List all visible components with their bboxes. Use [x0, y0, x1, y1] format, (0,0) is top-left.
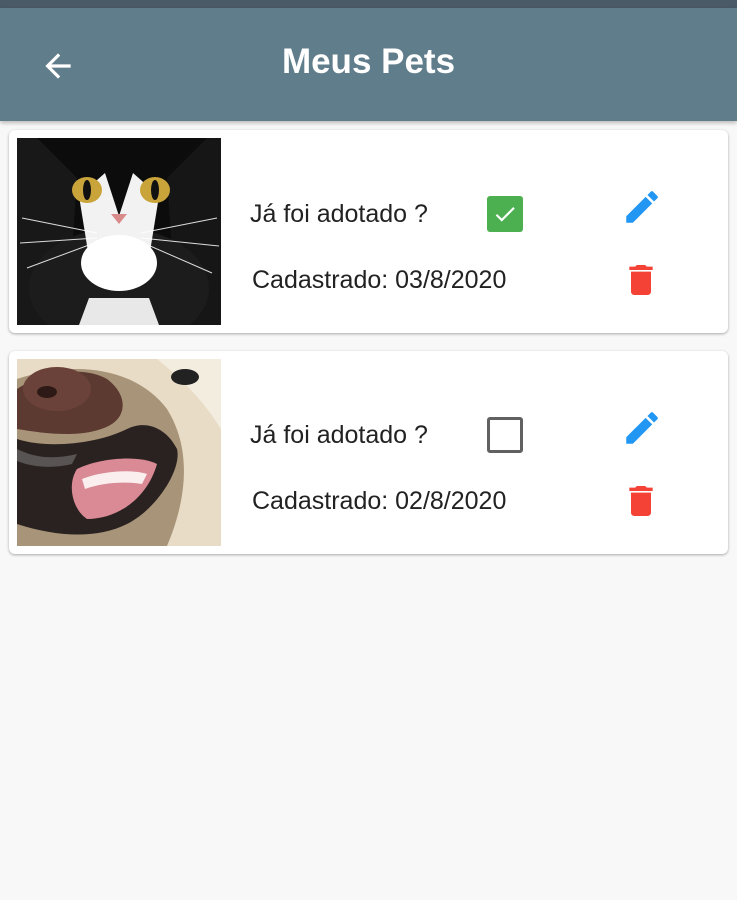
- adopted-label: Já foi adotado ?: [250, 421, 428, 449]
- adopted-checkbox[interactable]: [487, 196, 523, 232]
- edit-button[interactable]: [620, 406, 664, 450]
- status-bar: [0, 0, 737, 8]
- adopted-label: Já foi adotado ?: [250, 200, 428, 228]
- trash-icon: [629, 265, 653, 295]
- delete-button[interactable]: [621, 258, 661, 302]
- pet-card[interactable]: Já foi adotado ? Cadastrado: 02/8/2020: [9, 351, 728, 554]
- registered-date: Cadastrado: 03/8/2020: [252, 266, 507, 294]
- pencil-icon: [626, 412, 658, 444]
- trash-icon: [629, 486, 653, 516]
- cat-photo: [17, 138, 221, 325]
- pet-card[interactable]: Já foi adotado ? Cadastrado: 03/8/2020: [9, 130, 728, 333]
- page-title: Meus Pets: [281, 42, 456, 81]
- adopted-checkbox[interactable]: [487, 417, 523, 453]
- edit-button[interactable]: [620, 185, 664, 229]
- registered-date: Cadastrado: 02/8/2020: [252, 487, 507, 515]
- pencil-icon: [626, 191, 658, 223]
- dog-photo: [17, 359, 221, 546]
- app-bar: Meus Pets: [0, 8, 737, 121]
- delete-button[interactable]: [621, 479, 661, 523]
- check-icon: [495, 207, 515, 222]
